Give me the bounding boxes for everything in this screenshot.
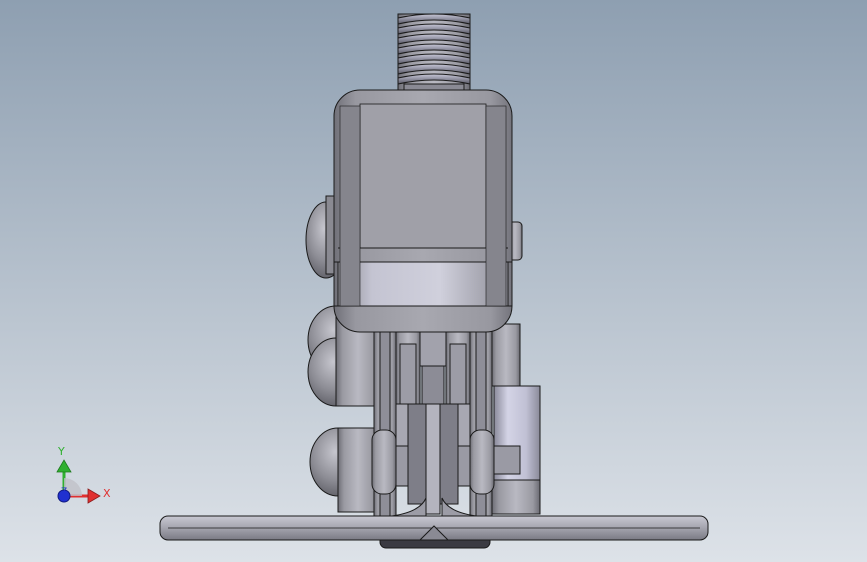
triad-y-label: Y <box>58 445 65 458</box>
triad-x-label: X <box>103 487 111 500</box>
threaded-stud[interactable] <box>397 13 471 93</box>
cad-graphics-viewport[interactable]: Y X Z <box>0 0 867 562</box>
linkage-arms[interactable] <box>371 329 495 521</box>
viewport-canvas[interactable] <box>0 0 867 562</box>
triad-z-label: Z <box>61 487 68 497</box>
main-housing-block[interactable] <box>333 89 513 333</box>
